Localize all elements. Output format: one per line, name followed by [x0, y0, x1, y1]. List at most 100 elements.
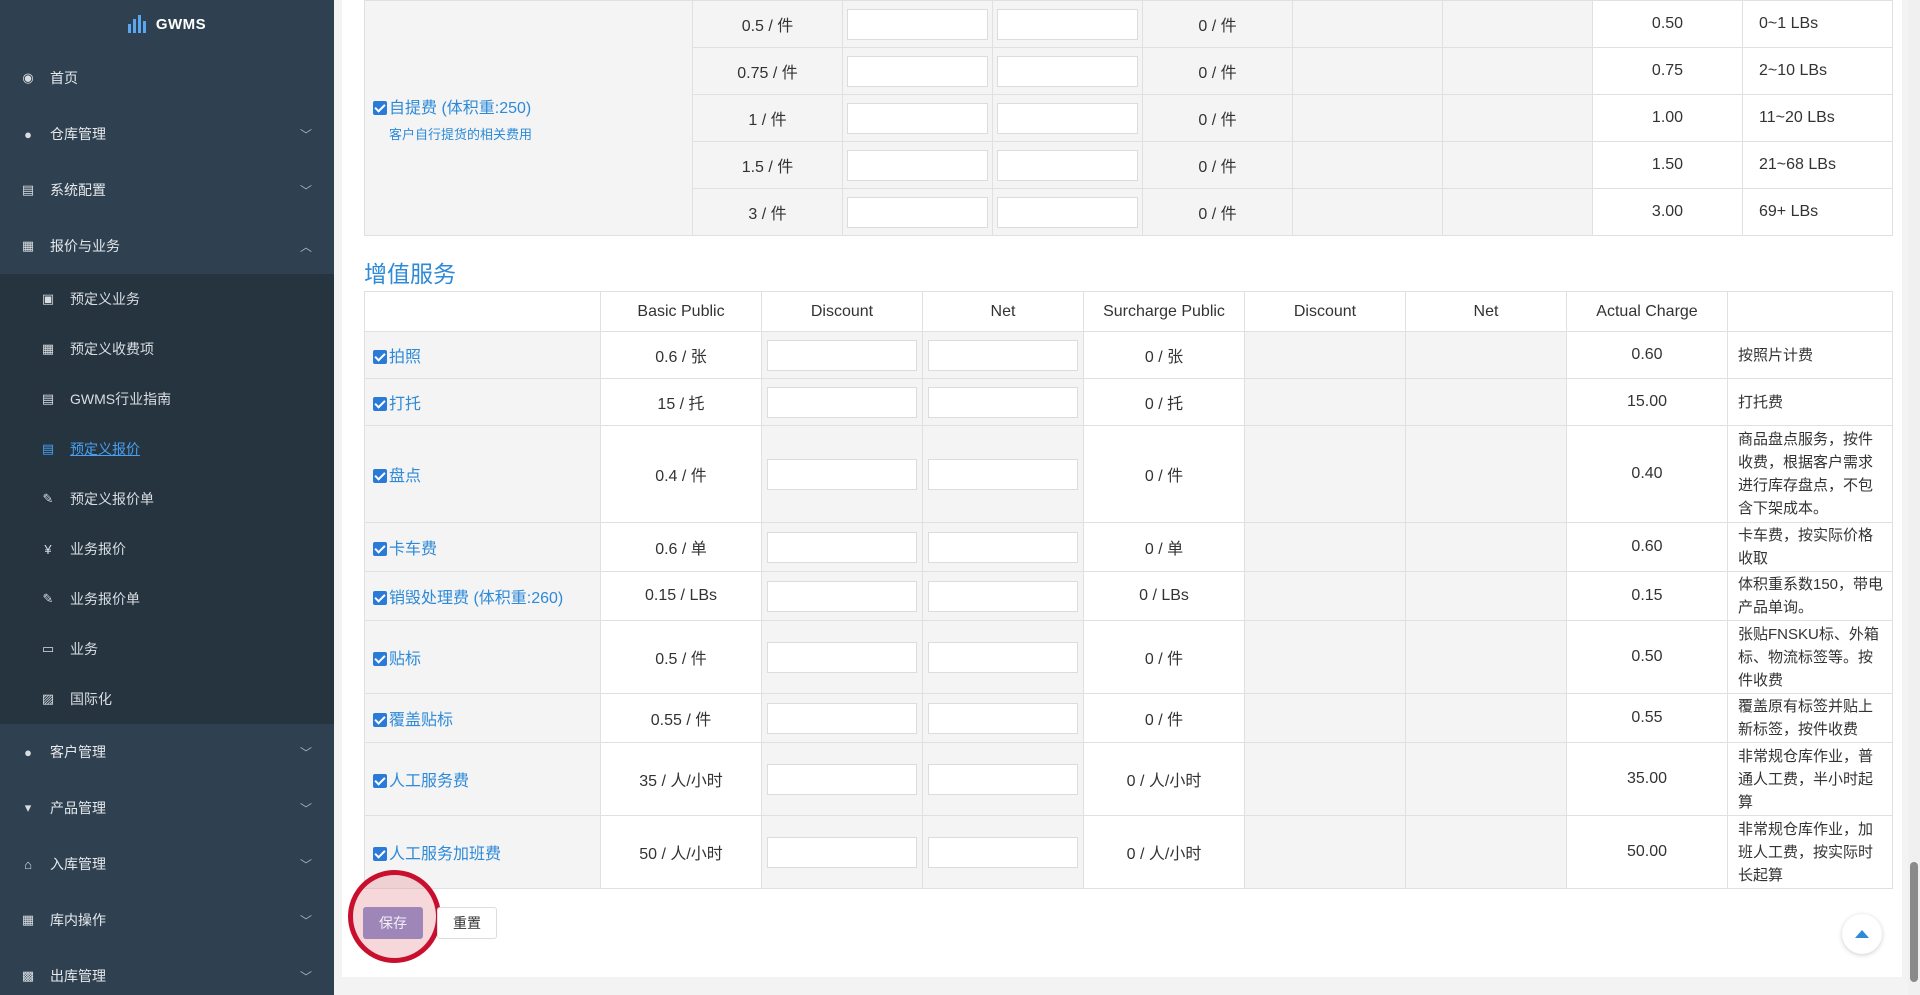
- sidebar-item-home[interactable]: ◉ 首页: [0, 58, 334, 98]
- service-link[interactable]: 卡车费: [389, 541, 437, 558]
- sub-item-industry-guide[interactable]: ▤ GWMS行业指南: [0, 379, 334, 419]
- sidebar-item-customers[interactable]: ● 客户管理 ﹀: [0, 732, 334, 772]
- sub-item-predefined-business[interactable]: ▣ 预定义业务: [0, 279, 334, 319]
- discount-input[interactable]: [847, 149, 988, 181]
- scrollbar-thumb[interactable]: [1910, 862, 1918, 982]
- net-input[interactable]: [997, 55, 1138, 87]
- net-input[interactable]: [927, 386, 1079, 418]
- reset-button[interactable]: 重置: [437, 907, 497, 939]
- sub-item-label: GWMS行业指南: [70, 391, 172, 407]
- discount-input[interactable]: [847, 55, 988, 87]
- discount-input[interactable]: [847, 196, 988, 228]
- actual-charge-cell: 35.00: [1566, 742, 1728, 816]
- net-input[interactable]: [927, 836, 1079, 868]
- net-input[interactable]: [927, 641, 1079, 673]
- surcharge-net-cell: [1442, 188, 1593, 236]
- sidebar-item-in-warehouse[interactable]: ▦ 库内操作 ﹀: [0, 900, 334, 940]
- net-input[interactable]: [997, 196, 1138, 228]
- discount-input[interactable]: [847, 8, 988, 40]
- net-input[interactable]: [927, 531, 1079, 563]
- sidebar-item-quotes-business[interactable]: ▦ 报价与业务 ︿: [0, 226, 334, 266]
- sidebar-item-label: 产品管理: [50, 800, 106, 816]
- table-row: 拍照 0.6 / 张 0 / 张 0.60 按照片计费: [364, 331, 1893, 379]
- net-input[interactable]: [927, 339, 1079, 371]
- net-input[interactable]: [997, 8, 1138, 40]
- surcharge-public-cell: 0 / 件: [1083, 620, 1245, 694]
- service-link[interactable]: 人工服务加班费: [389, 846, 501, 863]
- basic-public-cell: 0.5 / 件: [692, 0, 843, 48]
- service-link[interactable]: 贴标: [389, 651, 421, 668]
- service-link[interactable]: 拍照: [389, 349, 421, 366]
- service-link[interactable]: 打托: [389, 396, 421, 413]
- net-input[interactable]: [997, 102, 1138, 134]
- pickup-fee-link[interactable]: 自提费 (体积重:250): [389, 100, 531, 117]
- value-added-table: Basic Public Discount Net Surcharge Publ…: [364, 291, 1893, 889]
- service-checkbox[interactable]: [373, 774, 387, 788]
- service-link[interactable]: 盘点: [389, 468, 421, 485]
- sidebar-item-label: 系统配置: [50, 182, 106, 198]
- sidebar-item-inbound[interactable]: ⌂ 入库管理 ﹀: [0, 844, 334, 884]
- back-to-top-button[interactable]: [1842, 914, 1882, 954]
- submenu-quotes-business: ▣ 预定义业务 ▦ 预定义收费项 ▤ GWMS行业指南 ▤ 预定义报价 ✎ 预定…: [0, 274, 334, 724]
- service-checkbox[interactable]: [373, 713, 387, 727]
- sidebar-item-products[interactable]: ▾ 产品管理 ﹀: [0, 788, 334, 828]
- sub-item-predefined-fees[interactable]: ▦ 预定义收费项: [0, 329, 334, 369]
- net-input[interactable]: [927, 458, 1079, 490]
- net-input[interactable]: [997, 149, 1138, 181]
- service-checkbox[interactable]: [373, 469, 387, 483]
- service-link[interactable]: 人工服务费: [389, 773, 469, 790]
- sub-item-business[interactable]: ▭ 业务: [0, 629, 334, 669]
- discount-input[interactable]: [766, 641, 918, 673]
- column-header: Discount: [1244, 291, 1406, 332]
- net-input[interactable]: [927, 580, 1079, 612]
- discount-input[interactable]: [847, 102, 988, 134]
- net-input[interactable]: [927, 763, 1079, 795]
- discount-input[interactable]: [766, 763, 918, 795]
- pickup-fee-table: 自提费 (体积重:250) 客户自行提货的相关费用 0.5 / 件 0 / 件 …: [364, 0, 1893, 236]
- table-row: 卡车费 0.6 / 单 0 / 单 0.60 卡车费，按实际价格收取: [364, 522, 1893, 572]
- discount-input[interactable]: [766, 386, 918, 418]
- discount-input[interactable]: [766, 580, 918, 612]
- weight-range-cell: 2~10 LBs: [1742, 47, 1893, 95]
- discount-input[interactable]: [766, 458, 918, 490]
- sub-item-predefined-quote[interactable]: ▤ 预定义报价: [0, 429, 334, 469]
- net-input[interactable]: [927, 702, 1079, 734]
- service-checkbox[interactable]: [373, 847, 387, 861]
- sub-item-label: 预定义报价单: [70, 491, 154, 507]
- service-checkbox[interactable]: [373, 542, 387, 556]
- service-checkbox[interactable]: [373, 350, 387, 364]
- sidebar-item-outbound[interactable]: ▩ 出库管理 ﹀: [0, 956, 334, 995]
- page-scrollbar[interactable]: [1908, 0, 1920, 995]
- discount-input[interactable]: [766, 339, 918, 371]
- discount-input[interactable]: [766, 836, 918, 868]
- save-button[interactable]: 保存: [363, 907, 423, 939]
- chevron-down-icon: ﹀: [299, 183, 312, 198]
- service-checkbox[interactable]: [373, 652, 387, 666]
- basic-public-cell: 0.6 / 张: [600, 331, 762, 379]
- chevron-up-icon: ︿: [299, 239, 312, 254]
- discount-input[interactable]: [766, 702, 918, 734]
- actual-charge-cell: 0.50: [1566, 620, 1728, 694]
- app-logo[interactable]: GWMS: [0, 0, 334, 48]
- sidebar-item-warehouse[interactable]: ● 仓库管理 ﹀: [0, 114, 334, 154]
- sub-item-business-quote-sheet[interactable]: ✎ 业务报价单: [0, 579, 334, 619]
- sub-item-label: 业务报价: [70, 541, 126, 557]
- surcharge-net-cell: [1405, 331, 1567, 379]
- column-header: Discount: [761, 291, 923, 332]
- table-icon: ▦: [21, 912, 35, 927]
- sub-item-i18n[interactable]: ▨ 国际化: [0, 679, 334, 719]
- pickup-fee-checkbox[interactable]: [373, 100, 387, 115]
- sub-item-predefined-quote-sheet[interactable]: ✎ 预定义报价单: [0, 479, 334, 519]
- surcharge-public-cell: 0 / 件: [1142, 47, 1293, 95]
- service-link[interactable]: 覆盖贴标: [389, 712, 453, 729]
- surcharge-discount-cell: [1244, 571, 1406, 621]
- discount-input[interactable]: [766, 531, 918, 563]
- sub-item-business-quote[interactable]: ¥ 业务报价: [0, 529, 334, 569]
- surcharge-discount-cell: [1244, 378, 1406, 426]
- surcharge-net-cell: [1405, 742, 1567, 816]
- service-checkbox[interactable]: [373, 397, 387, 411]
- column-header: Basic Public: [600, 291, 762, 332]
- service-link[interactable]: 销毁处理费 (体积重:260): [389, 590, 563, 607]
- sidebar-item-system-config[interactable]: ▤ 系统配置 ﹀: [0, 170, 334, 210]
- service-checkbox[interactable]: [373, 591, 387, 605]
